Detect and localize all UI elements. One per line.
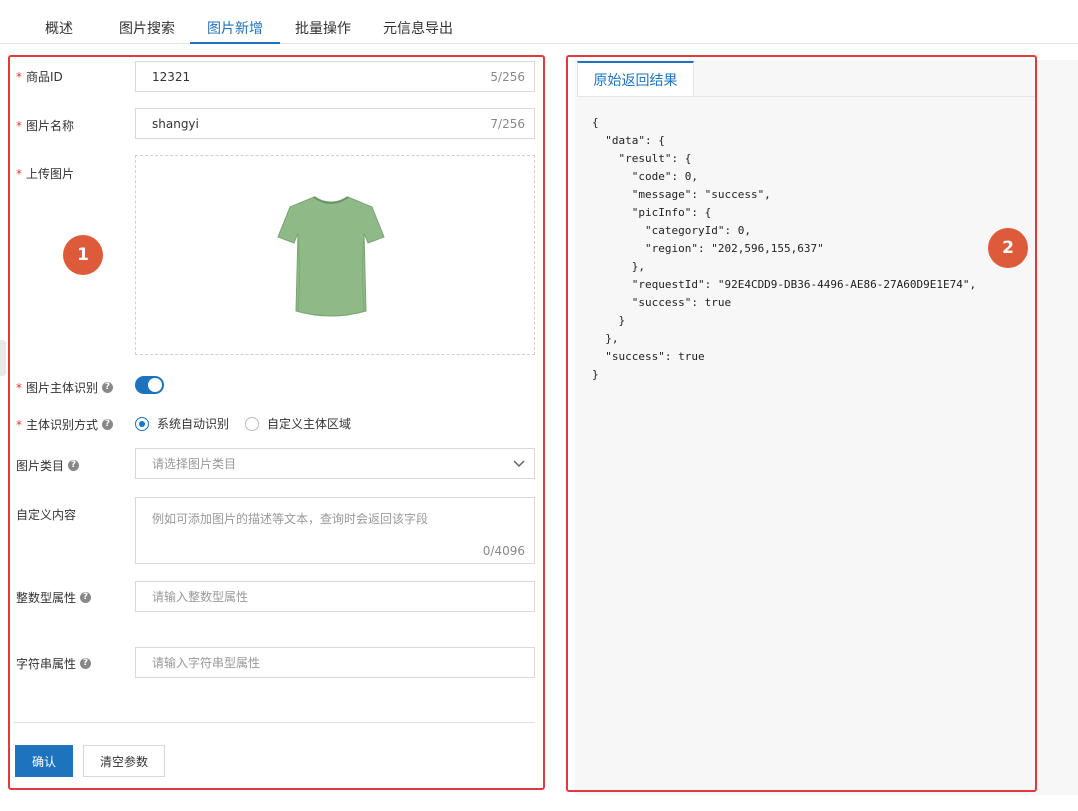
category-label: 图片类目? <box>16 457 80 474</box>
image-name-label: * 图片名称 <box>16 118 75 134</box>
help-icon[interactable]: ? <box>80 592 92 603</box>
subject-detect-toggle[interactable] <box>135 376 164 394</box>
help-icon[interactable]: ? <box>68 460 80 471</box>
int-attr-label: 整数型属性? <box>16 589 92 606</box>
annotation-box-2 <box>566 55 1037 792</box>
top-tab-bar: 概述 图片搜索 图片新增 批量操作 元信息导出 <box>0 0 1078 44</box>
help-icon[interactable]: ? <box>102 382 114 393</box>
product-id-input[interactable]: 12321 5/256 <box>135 61 535 92</box>
detect-mode-label: * 主体识别方式? <box>16 416 114 433</box>
str-attr-label: 字符串属性? <box>16 655 92 672</box>
int-attr-placeholder: 请输入整数型属性 <box>152 590 249 604</box>
tab-overview[interactable]: 概述 <box>45 18 73 38</box>
tab-metadata-export[interactable]: 元信息导出 <box>383 18 453 38</box>
upload-label: * 上传图片 <box>16 166 75 182</box>
product-id-label: * 商品ID <box>16 69 63 85</box>
collapse-handle[interactable] <box>0 340 6 376</box>
image-name-counter: 7/256 <box>490 117 525 131</box>
image-name-value: shangyi <box>152 116 199 131</box>
image-upload-area[interactable] <box>135 155 535 355</box>
help-icon[interactable]: ? <box>80 658 92 669</box>
help-icon[interactable]: ? <box>102 419 114 430</box>
radio-auto-detect[interactable]: 系统自动识别 <box>135 415 229 432</box>
form-divider <box>14 722 535 723</box>
active-tab-indicator <box>190 42 280 44</box>
radio-unchecked-icon <box>245 416 260 431</box>
str-attr-placeholder: 请输入字符串型属性 <box>152 656 261 670</box>
tab-image-add[interactable]: 图片新增 <box>207 18 263 38</box>
str-attr-input[interactable]: 请输入字符串型属性 <box>135 647 535 678</box>
annotation-badge-1: 1 <box>63 235 103 275</box>
radio-custom-region[interactable]: 自定义主体区域 <box>245 415 351 432</box>
product-id-counter: 5/256 <box>490 70 525 84</box>
product-id-value: 12321 <box>152 69 191 84</box>
custom-content-textarea[interactable]: 例如可添加图片的描述等文本，查询时会返回该字段 0/4096 <box>135 497 535 564</box>
custom-content-placeholder: 例如可添加图片的描述等文本，查询时会返回该字段 <box>152 512 429 526</box>
confirm-button[interactable]: 确认 <box>15 745 73 777</box>
clear-params-button[interactable]: 清空参数 <box>83 745 165 777</box>
custom-content-label: 自定义内容 <box>16 508 77 522</box>
tab-batch-operation[interactable]: 批量操作 <box>295 18 351 38</box>
toggle-knob <box>148 378 162 392</box>
subject-detect-label: * 图片主体识别? <box>16 379 114 396</box>
custom-content-counter: 0/4096 <box>482 544 525 558</box>
category-placeholder: 请选择图片类目 <box>152 457 237 471</box>
uploaded-tshirt-image <box>277 196 385 317</box>
image-name-input[interactable]: shangyi 7/256 <box>135 108 535 139</box>
tab-image-search[interactable]: 图片搜索 <box>119 18 175 38</box>
category-select[interactable]: 请选择图片类目 <box>135 448 535 479</box>
detect-mode-radio-group: 系统自动识别 自定义主体区域 <box>135 415 351 432</box>
int-attr-input[interactable]: 请输入整数型属性 <box>135 581 535 612</box>
chevron-down-icon <box>513 460 525 468</box>
annotation-badge-2: 2 <box>988 228 1028 268</box>
radio-checked-icon <box>135 416 149 431</box>
